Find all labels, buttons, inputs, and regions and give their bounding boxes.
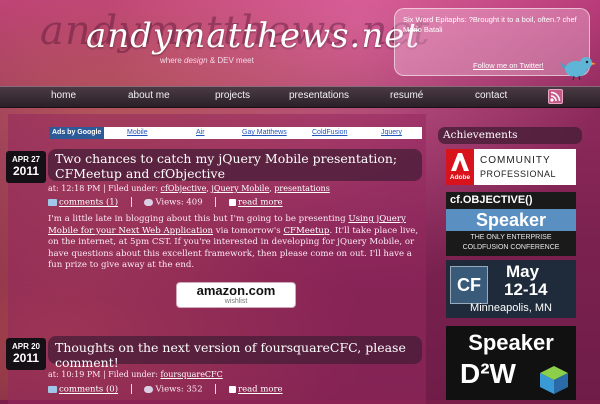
- tagline-pre: where: [160, 56, 185, 65]
- read-more-icon: [229, 385, 237, 393]
- badge-month: May: [506, 262, 540, 281]
- speaker-label: Speaker: [475, 210, 547, 230]
- adobe-logo-icon: Adobe: [446, 149, 474, 185]
- category-link[interactable]: foursquareCFC: [160, 370, 222, 379]
- views-count: Views: 352: [155, 384, 203, 395]
- category-link[interactable]: presentations: [274, 184, 330, 193]
- cfmeetup-link[interactable]: CFMeetup: [283, 226, 329, 236]
- badge-subtitle: THE ONLY ENTERPRISE COLDFUSION CONFERENC…: [446, 233, 576, 253]
- post-body-text: I'm a little late in blogging about this…: [48, 214, 349, 224]
- nav-contact[interactable]: contact: [475, 90, 507, 101]
- nav-projects[interactable]: projects: [215, 90, 250, 101]
- views-icon: [144, 198, 154, 206]
- category-link[interactable]: jQuery Mobile: [211, 184, 269, 193]
- amazon-wishlist-label: wishlist: [224, 298, 248, 305]
- cf-logo-text: CF: [457, 275, 481, 295]
- site-tagline: where design & DEV meet: [160, 56, 254, 65]
- cf-logo-icon: CF: [450, 266, 488, 304]
- post-meta-prefix: at: 10:19 PM | Filed under:: [48, 370, 161, 379]
- amazon-logo: amazon.com: [196, 283, 276, 298]
- site-header: andymatthews.net andymatthews.net where …: [0, 0, 600, 90]
- amazon-wishlist-button[interactable]: amazon.com wishlist: [176, 282, 296, 308]
- views-count: Views: 409: [155, 197, 203, 208]
- badge-subtitle-line-2: COLDFUSION CONFERENCE: [462, 244, 560, 251]
- post-stats: comments (1) Views: 409 read more: [48, 197, 283, 208]
- ad-link-coldfusion[interactable]: ColdFusion: [312, 129, 347, 136]
- badge-location: Minneapolis, MN: [470, 302, 552, 314]
- badge-subtitle-line-1: THE ONLY ENTERPRISE: [470, 234, 552, 241]
- ad-link-gay-matthews[interactable]: Gay Matthews: [242, 129, 287, 136]
- badge-days: 12-14: [504, 280, 548, 299]
- rss-icon[interactable]: [548, 89, 563, 104]
- nav-presentations[interactable]: presentations: [289, 90, 349, 101]
- post-meta: at: 10:19 PM | Filed under: foursquareCF…: [48, 370, 223, 379]
- read-more-link[interactable]: read more: [238, 198, 283, 208]
- views-icon: [144, 385, 154, 393]
- badge-line-2: PROFESSIONAL: [480, 169, 557, 179]
- adobe-label: Adobe: [449, 174, 471, 181]
- post-body-text: via tomorrow's: [213, 225, 284, 236]
- adobe-a-icon: [451, 153, 469, 171]
- post-month-day: APR 27: [11, 155, 40, 164]
- d2w-speaker-badge[interactable]: Speaker D²W: [446, 326, 576, 400]
- cfobjective-speaker-badge[interactable]: cf.OBJECTIVE() Speaker THE ONLY ENTERPRI…: [446, 192, 576, 256]
- tagline-post: & DEV meet: [207, 56, 254, 65]
- comments-icon: [48, 385, 57, 393]
- nav-about-me[interactable]: about me: [128, 90, 170, 101]
- stats-divider: [215, 197, 217, 207]
- cube-logo-icon: [540, 366, 568, 394]
- speaker-label: Speaker: [468, 330, 554, 355]
- post-date-badge: APR 27 2011: [6, 151, 46, 183]
- sidebar-title-bar: Achievements: [438, 127, 582, 144]
- ad-link-air[interactable]: Air: [196, 129, 205, 136]
- post-date-badge: APR 20 2011: [6, 338, 46, 370]
- speaker-band: Speaker: [446, 209, 576, 231]
- post-year: 2011: [12, 351, 40, 365]
- post-meta: at: 12:18 PM | Filed under: cfObjective,…: [48, 184, 330, 193]
- google-ads-bar: Ads by Google Mobile Air Gay Matthews Co…: [49, 127, 422, 139]
- post-title[interactable]: Thoughts on the next version of foursqua…: [55, 340, 417, 370]
- post-meta-prefix: at: 12:18 PM | Filed under:: [48, 184, 161, 193]
- stats-divider: [130, 384, 132, 394]
- comments-link[interactable]: comments (1): [59, 198, 118, 208]
- badge-line-1: COMMUNITY: [480, 155, 551, 166]
- site-logo[interactable]: andymatthews.net: [86, 16, 420, 56]
- ad-link-mobile[interactable]: Mobile: [127, 129, 148, 136]
- nav-home[interactable]: home: [51, 90, 76, 101]
- d2w-logo: D²W: [460, 358, 516, 389]
- cfobjective-label: cf.OBJECTIVE(): [450, 194, 533, 206]
- ad-link-jquery[interactable]: Jquery: [381, 129, 402, 136]
- cf-conference-dates-badge[interactable]: CF May 12-14 Minneapolis, MN: [446, 260, 576, 318]
- follow-twitter-link[interactable]: Follow me on Twitter!: [473, 61, 544, 70]
- adobe-community-professional-badge[interactable]: Adobe COMMUNITY PROFESSIONAL: [446, 149, 576, 185]
- comments-icon: [48, 198, 57, 206]
- tagline-design: design: [184, 56, 208, 65]
- category-link[interactable]: cfObjective: [160, 184, 206, 193]
- stats-divider: [130, 197, 132, 207]
- stats-divider: [215, 384, 217, 394]
- twitter-bird-icon[interactable]: [560, 54, 596, 80]
- ads-by-google-label[interactable]: Ads by Google: [49, 127, 105, 139]
- post-body: I'm a little late in blogging about this…: [48, 214, 424, 272]
- tweet-status: Six Word Epitaphs: ?Brought it to a boil…: [403, 15, 577, 34]
- post-title[interactable]: Two chances to catch my jQuery Mobile pr…: [55, 151, 417, 181]
- post-title-bar: Two chances to catch my jQuery Mobile pr…: [48, 149, 422, 181]
- post-month-day: APR 20: [11, 342, 40, 351]
- nav-resume[interactable]: resumé: [390, 90, 423, 101]
- read-more-link[interactable]: read more: [238, 385, 283, 395]
- main-nav: home about me projects presentations res…: [0, 86, 600, 108]
- post-title-bar: Thoughts on the next version of foursqua…: [48, 336, 422, 370]
- post-stats: comments (0) Views: 352 read more: [48, 384, 283, 395]
- comments-link[interactable]: comments (0): [59, 385, 118, 395]
- sidebar-title: Achievements: [443, 129, 518, 141]
- post-year: 2011: [12, 164, 40, 178]
- read-more-icon: [229, 198, 237, 206]
